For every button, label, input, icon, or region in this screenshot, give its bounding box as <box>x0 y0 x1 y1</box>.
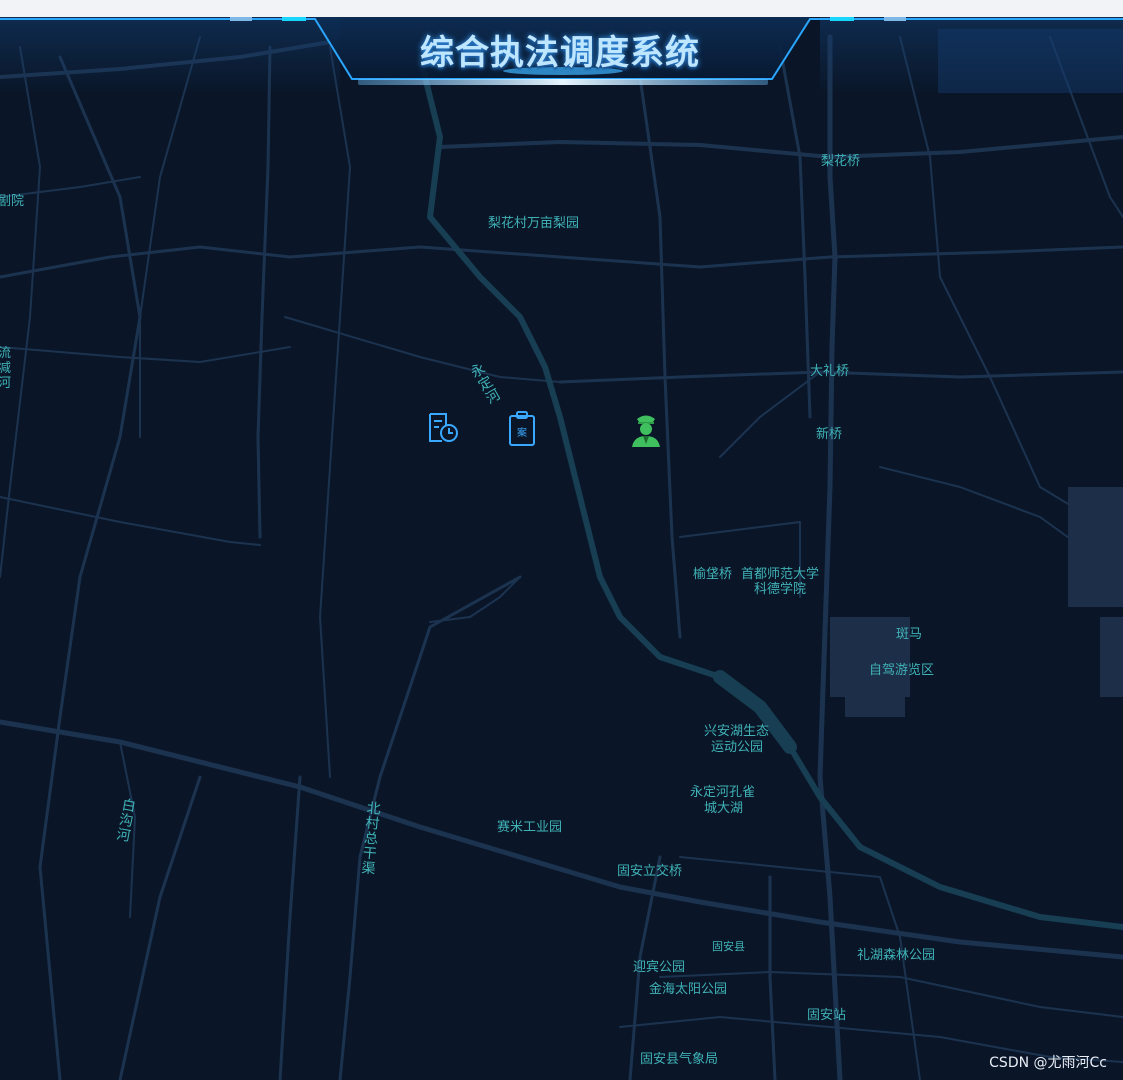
map-label-xinqiao: 新桥 <box>816 427 843 442</box>
map-label-zijia: 自驾游览区 <box>869 663 935 678</box>
map-label-guanxian: 固安县 <box>712 940 745 953</box>
map-label-xingan-2: 运动公园 <box>711 740 764 755</box>
map-label-left-edge-4: 河 <box>0 376 12 391</box>
map-label-left-edge-1: 剧院 <box>0 194 25 209</box>
officer-icon[interactable] <box>628 410 664 448</box>
map-roads <box>0 34 1123 1080</box>
map-label-kede: 科德学院 <box>754 582 807 597</box>
map-label-qixiang: 固安县气象局 <box>640 1052 719 1067</box>
map-label-guanzhan: 固安站 <box>807 1008 847 1023</box>
map-label-banma: 斑马 <box>896 627 923 642</box>
map-label-yingbin: 迎宾公园 <box>633 960 686 975</box>
browser-top-strip <box>0 0 1123 17</box>
map-label-lihu: 礼湖森林公园 <box>857 948 936 963</box>
page-title: 综合执法调度系统 <box>420 33 700 73</box>
map-label-jinhai: 金海太阳公园 <box>649 982 728 997</box>
map-label-lihuaqiao: 梨花桥 <box>821 154 861 169</box>
map-label-kongque-2: 城大湖 <box>704 801 744 816</box>
map-label-guanli: 固安立交桥 <box>617 864 683 879</box>
map-label-lihuacun: 梨花村万亩梨园 <box>488 216 580 231</box>
map-label-yudianqiao: 榆垡桥 <box>693 567 733 582</box>
case-clipboard-icon[interactable]: 案 <box>506 410 538 448</box>
case-glyph: 案 <box>517 428 527 439</box>
map-label-dalqiao: 大礼桥 <box>810 364 850 379</box>
map-canvas[interactable]: 综合执法调度系统 梨花桥 梨花村万亩梨园 大礼桥 新桥 榆垡桥 首都师范大学 科… <box>0 17 1123 1080</box>
watermark-text: CSDN @尤雨河Cc <box>989 1055 1107 1071</box>
map-label-saimi: 赛米工业园 <box>497 820 563 835</box>
document-clock-icon[interactable] <box>426 411 460 445</box>
